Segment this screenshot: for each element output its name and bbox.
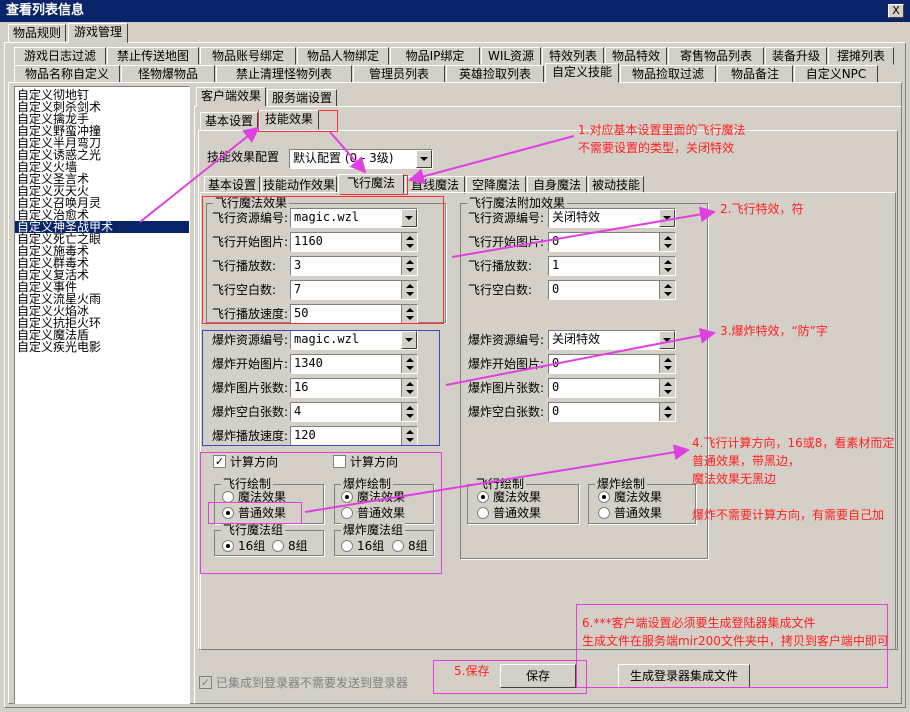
arrow-annot1 <box>408 135 575 185</box>
annotation-4-line2: 普通效果，带黑边， <box>692 454 801 468</box>
annotation-4-line1: 4.飞行计算方向，16或8，看素材而定 <box>692 436 895 450</box>
annotation-4-line4: 爆炸不需要计算方向，有需要自己加 <box>692 508 885 522</box>
arrow-annot2 <box>451 206 716 258</box>
arrow-annot4 <box>304 444 690 513</box>
arrow-effect-to-fly <box>329 131 367 174</box>
annotation-4-line3: 魔法效果无黑边 <box>692 472 777 486</box>
arrow-skill-to-effect <box>139 126 260 223</box>
annotation-5: 5.保存 <box>454 664 490 678</box>
inner-tab[interactable]: 飞行魔法 <box>338 174 404 194</box>
annotation-1-line2: 不需要设置的类型，关闭特效 <box>578 141 735 155</box>
tab-client-effect[interactable]: 客户端效果 <box>196 87 266 107</box>
tab-skill-effect[interactable]: 技能效果 <box>259 110 319 130</box>
annotation-2: 2.飞行特效，符 <box>720 202 804 216</box>
annotation-6-line1: 6.***客户端设置必须要生成登陆器集成文件 <box>582 616 816 630</box>
annotation-1-line1: 1.对应基本设置里面的飞行魔法 <box>578 123 746 137</box>
annotation-arrows <box>139 126 716 513</box>
row2-tab[interactable]: 自定义技能 <box>545 63 619 83</box>
tab-game-management[interactable]: 游戏管理 <box>68 23 128 43</box>
arrow-annot3 <box>445 327 716 386</box>
annotation-3: 3.爆炸特效，“防”字 <box>720 324 828 338</box>
annotation-6-line2: 生成文件在服务端mir200文件夹中，拷贝到客户端中即可 <box>582 634 889 648</box>
